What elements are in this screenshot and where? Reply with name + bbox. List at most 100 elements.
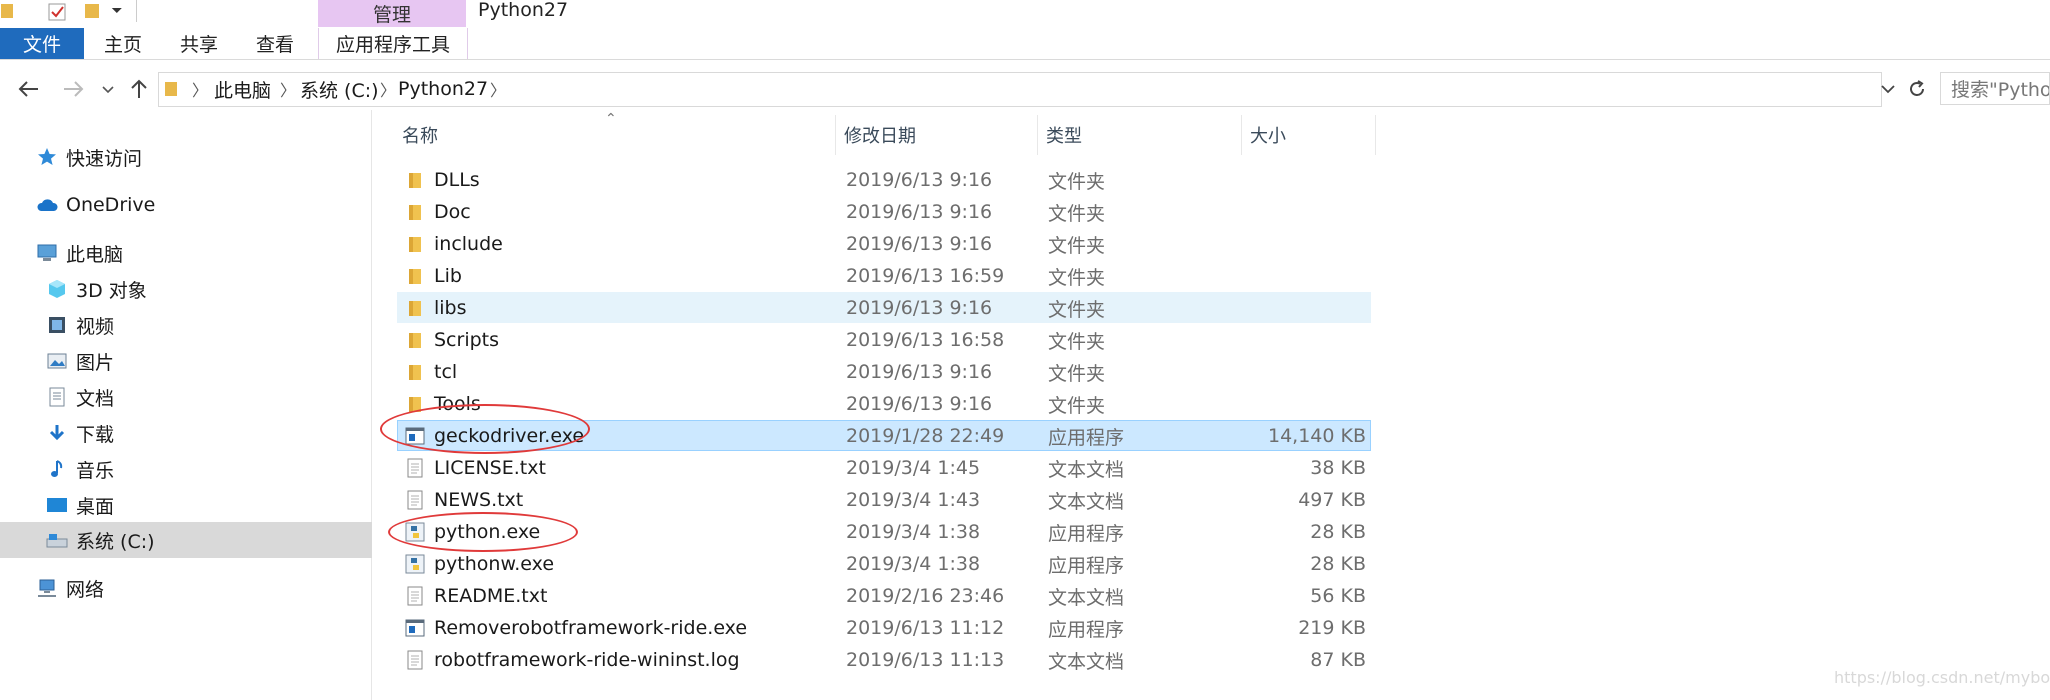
file-name: Lib	[434, 265, 462, 287]
column-header-date[interactable]: 修改日期	[836, 115, 1038, 155]
chevron-down-icon	[1881, 85, 1895, 94]
tab-home[interactable]: 主页	[92, 28, 154, 59]
column-header-name[interactable]: 名称	[394, 115, 836, 155]
file-type: 应用程序	[1048, 426, 1125, 449]
file-size: 14,140 KB	[1267, 425, 1366, 447]
breadcrumb-this-pc[interactable]: 此电脑	[214, 72, 271, 106]
music-icon	[46, 458, 68, 480]
new-folder-icon[interactable]	[84, 0, 100, 22]
file-size: 28 KB	[1310, 553, 1366, 575]
column-header-type[interactable]: 类型	[1038, 115, 1242, 155]
file-date: 2019/3/4 1:38	[846, 553, 981, 575]
nav-item-3d-objects[interactable]: 3D 对象	[46, 273, 147, 305]
folder-icon	[405, 169, 425, 191]
forward-button[interactable]	[58, 72, 88, 106]
address-dropdown-button[interactable]	[1876, 72, 1900, 106]
file-size	[1206, 228, 1366, 260]
quick-access-dropdown-icon[interactable]: ⏷	[108, 0, 126, 22]
window-title: Python27	[478, 0, 569, 21]
file-size: 219 KB	[1298, 617, 1366, 639]
breadcrumb-separator[interactable]: 〉	[192, 72, 208, 106]
properties-icon[interactable]	[46, 0, 68, 22]
file-size: 38 KB	[1310, 457, 1366, 479]
file-date: 2019/6/13 11:13	[846, 649, 1005, 671]
nav-item-network[interactable]: 网络	[36, 572, 104, 604]
back-button[interactable]	[14, 72, 44, 106]
cube-icon	[46, 278, 68, 300]
text-file-icon	[405, 649, 425, 671]
file-name: include	[434, 233, 503, 255]
file-date: 2019/6/13 11:12	[846, 617, 1005, 639]
file-type: 文本文档	[1048, 650, 1125, 673]
document-icon	[46, 386, 68, 408]
folder-icon	[405, 201, 425, 223]
arrow-left-icon	[18, 81, 38, 97]
file-name: README.txt	[434, 585, 548, 607]
file-size	[1206, 164, 1366, 196]
picture-icon	[46, 350, 68, 372]
file-date: 2019/6/13 16:59	[846, 265, 1005, 287]
up-button[interactable]	[126, 72, 152, 106]
tab-app-tools[interactable]: 应用程序工具	[318, 28, 468, 59]
nav-item-onedrive[interactable]: OneDrive	[36, 189, 155, 221]
file-type: 文件夹	[1048, 330, 1106, 353]
file-name: tcl	[434, 361, 458, 383]
nav-item-desktop[interactable]: 桌面	[46, 489, 114, 521]
file-type: 文本文档	[1048, 586, 1125, 609]
tab-view[interactable]: 查看	[244, 28, 306, 59]
chevron-down-icon	[102, 86, 114, 94]
file-type: 文件夹	[1048, 170, 1106, 193]
address-folder-icon	[164, 72, 186, 106]
tab-share[interactable]: 共享	[168, 28, 230, 59]
file-date: 2019/3/4 1:45	[846, 457, 981, 479]
manage-tab[interactable]: 管理	[318, 0, 466, 27]
text-file-icon	[405, 489, 425, 511]
recent-locations-button[interactable]	[98, 72, 118, 106]
desktop-icon	[46, 494, 68, 516]
file-date: 2019/3/4 1:43	[846, 489, 981, 511]
file-name: DLLs	[434, 169, 480, 191]
nav-item-downloads[interactable]: 下载	[46, 417, 114, 449]
tab-file[interactable]: 文件	[0, 28, 84, 59]
python-app-icon	[405, 553, 425, 575]
network-icon	[36, 577, 58, 599]
nav-item-music[interactable]: 音乐	[46, 453, 114, 485]
file-name: pythonw.exe	[434, 553, 555, 575]
file-name: robotframework-ride-wininst.log	[434, 649, 740, 671]
cloud-icon	[36, 194, 58, 216]
folder-icon	[405, 233, 425, 255]
file-size: 87 KB	[1310, 649, 1366, 671]
annotation-circle-geckodriver	[380, 404, 590, 454]
folder-icon	[405, 297, 425, 319]
refresh-button[interactable]	[1902, 72, 1932, 106]
file-date: 2019/6/13 9:16	[846, 361, 993, 383]
file-type: 文件夹	[1048, 362, 1106, 385]
file-size	[1206, 388, 1366, 420]
file-size: 28 KB	[1310, 521, 1366, 543]
search-input[interactable]: 搜索"Python27"	[1940, 72, 2050, 105]
nav-item-system-c[interactable]: 系统 (C:)	[46, 524, 155, 556]
file-size	[1206, 324, 1366, 356]
nav-item-pictures[interactable]: 图片	[46, 345, 114, 377]
folder-icon[interactable]	[0, 0, 14, 22]
arrow-right-icon	[64, 81, 84, 97]
nav-item-quick-access[interactable]: 快速访问	[36, 141, 142, 173]
breadcrumb-system-c[interactable]: 系统 (C:)	[300, 72, 379, 106]
breadcrumb-separator[interactable]: 〉	[280, 72, 296, 106]
nav-item-documents[interactable]: 文档	[46, 381, 114, 413]
file-date: 2019/2/16 23:46	[846, 585, 1005, 607]
column-header-size[interactable]: 大小	[1242, 115, 1376, 155]
folder-icon	[405, 265, 425, 287]
breadcrumb-separator[interactable]: 〉	[490, 72, 506, 106]
file-type: 文件夹	[1048, 266, 1106, 289]
text-file-icon	[405, 585, 425, 607]
file-type: 文本文档	[1048, 490, 1125, 513]
file-date: 2019/6/13 9:16	[846, 393, 993, 415]
breadcrumb-separator[interactable]: 〉	[380, 72, 396, 106]
nav-item-videos[interactable]: 视频	[46, 309, 114, 341]
file-size	[1206, 260, 1366, 292]
nav-item-this-pc[interactable]: 此电脑	[36, 237, 123, 269]
file-date: 2019/6/13 9:16	[846, 169, 993, 191]
breadcrumb-python27[interactable]: Python27	[398, 72, 488, 106]
file-type: 文件夹	[1048, 394, 1106, 417]
